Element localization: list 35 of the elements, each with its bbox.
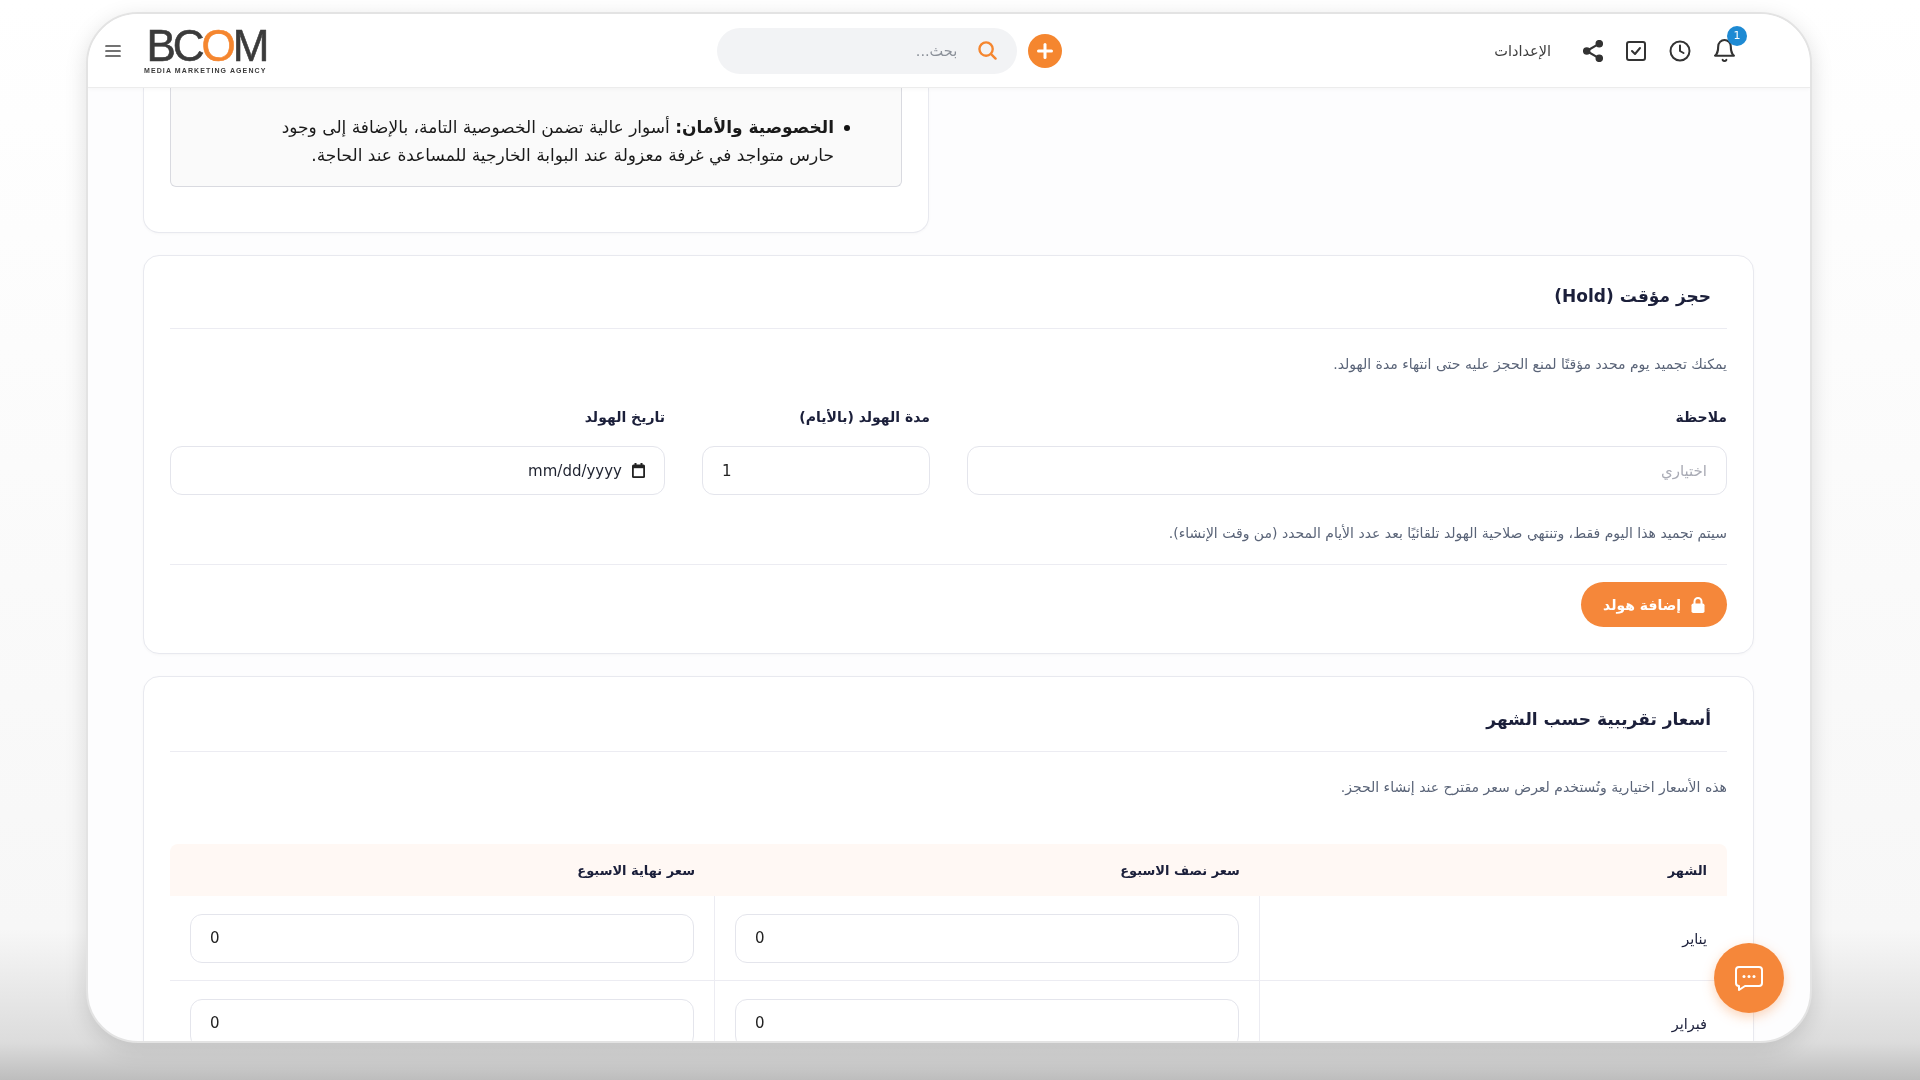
month-name: يناير	[1682, 930, 1707, 947]
share-icon[interactable]	[1583, 39, 1603, 62]
field-label: تاريخ الهولد	[583, 408, 665, 427]
column-header: الشهر	[1259, 844, 1727, 896]
section-description: يمكنك تجميد يوم محدد مؤقتًا لمنع الحجز عليه حتى انتهاء مدة الهولد.	[1332, 355, 1727, 374]
clock-icon[interactable]	[1669, 39, 1691, 62]
column-header: سعر نصف الاسبوع	[714, 844, 1260, 896]
price-field[interactable]: 0	[734, 913, 1239, 963]
hint-text: سيتم تجميد هذا اليوم فقط، وتنتهي صلاحية الهولد تلقائيًا بعد عدد الأيام المحدد (من وقت الإنشاء).	[1167, 523, 1727, 543]
feature-text: الخصوصية والأمان: أسوار عالية تضمن الخصوصية التامة، بالإضافة إلى وجود حارس متواجد في غرفة معزولة عند البوابة الخارجية للمساعدة عند الحاجة.	[280, 115, 834, 168]
note-field[interactable]: اختياري	[967, 446, 1727, 495]
column-header: سعر نهاية الاسبوع	[170, 844, 715, 896]
field-label: مدة الهولد (بالأيام)	[798, 408, 930, 427]
checkbox-icon[interactable]	[1626, 40, 1646, 61]
price-field[interactable]: 0	[734, 998, 1239, 1041]
search-field[interactable]: بحث...	[717, 27, 1018, 74]
settings-link[interactable]: الإعدادات	[1494, 42, 1551, 59]
price-field[interactable]: 0	[190, 913, 694, 963]
chat-icon	[1735, 965, 1763, 991]
lock-icon	[1691, 596, 1705, 613]
bell-icon[interactable]	[1714, 39, 1735, 62]
menu-icon[interactable]	[105, 44, 121, 57]
field-label: ملاحظة	[1674, 408, 1727, 427]
plus-icon	[1037, 42, 1054, 59]
section-title: حجز مؤقت (Hold)	[1553, 285, 1712, 309]
search-icon	[978, 40, 998, 60]
section-title: أسعار تقريبية حسب الشهر	[1484, 707, 1712, 732]
section-description: هذه الأسعار اختيارية وتُستخدم لعرض سعر مقترح عند إنشاء الحجز.	[1339, 777, 1727, 797]
logo-wordmark: BCOM	[146, 26, 267, 65]
bullet-icon	[844, 125, 850, 131]
date-field[interactable]: mm/dd/yyyy	[170, 446, 665, 495]
notification-badge: 1	[1727, 26, 1747, 46]
month-name: فبراير	[1671, 1015, 1707, 1032]
number-field[interactable]: 1	[702, 446, 930, 495]
price-field[interactable]: 0	[190, 998, 694, 1041]
